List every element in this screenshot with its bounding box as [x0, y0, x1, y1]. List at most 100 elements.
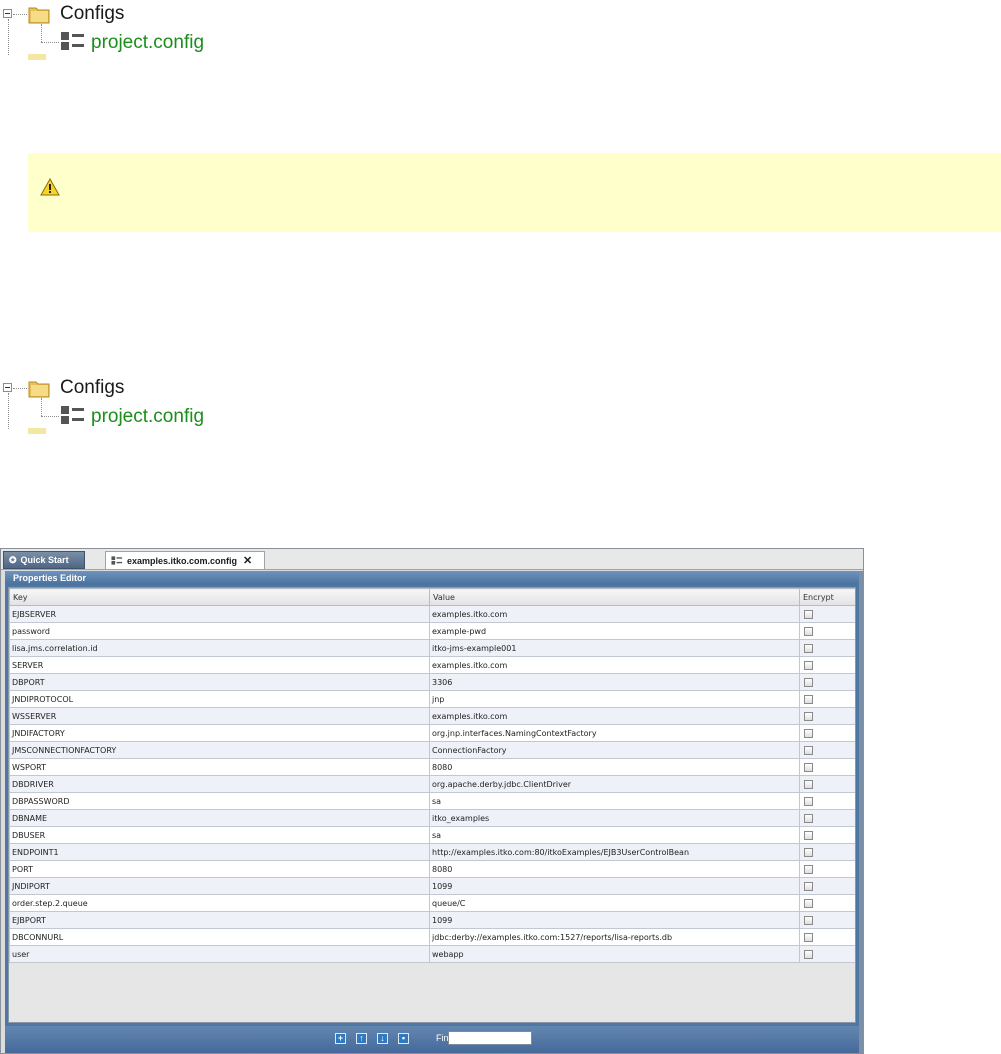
property-value-cell[interactable]: jnp	[429, 690, 800, 708]
table-row[interactable]: JNDIPORT 1099	[9, 877, 855, 895]
property-key-cell[interactable]: JMSCONNECTIONFACTORY	[9, 741, 430, 759]
property-key-cell[interactable]: EJBSERVER	[9, 605, 430, 623]
encrypt-checkbox[interactable]	[804, 728, 813, 738]
table-row[interactable]: DBPORT 3306	[9, 673, 855, 691]
table-row[interactable]: password example-pwd	[9, 622, 855, 640]
property-key-cell[interactable]: WSPORT	[9, 758, 430, 776]
encrypt-checkbox[interactable]	[804, 881, 813, 891]
table-row[interactable]: SERVER examples.itko.com	[9, 656, 855, 674]
column-header-key[interactable]: Key	[9, 588, 430, 606]
table-row[interactable]: PORT 8080	[9, 860, 855, 878]
encrypt-checkbox[interactable]	[804, 643, 813, 653]
encrypt-checkbox[interactable]	[804, 898, 813, 908]
property-value-cell[interactable]: examples.itko.com	[429, 656, 800, 674]
table-row[interactable]: JMSCONNECTIONFACTORY ConnectionFactory	[9, 741, 855, 759]
property-key-cell[interactable]: DBDRIVER	[9, 775, 430, 793]
property-value-cell[interactable]: 8080	[429, 860, 800, 878]
table-row[interactable]: DBPASSWORD sa	[9, 792, 855, 810]
encrypt-checkbox[interactable]	[804, 626, 813, 636]
column-header-value[interactable]: Value	[429, 588, 800, 606]
property-value-cell[interactable]: sa	[429, 826, 800, 844]
property-value-cell[interactable]: http://examples.itko.com:80/itkoExamples…	[429, 843, 800, 861]
property-key-cell[interactable]: lisa.jms.correlation.id	[9, 639, 430, 657]
property-key-cell[interactable]: order.step.2.queue	[9, 894, 430, 912]
property-key-cell[interactable]: WSSERVER	[9, 707, 430, 725]
property-key-cell[interactable]: password	[9, 622, 430, 640]
property-key-cell[interactable]: DBNAME	[9, 809, 430, 827]
encrypt-checkbox[interactable]	[804, 796, 813, 806]
encrypt-checkbox[interactable]	[804, 609, 813, 619]
move-up-button[interactable]: ↑	[356, 1033, 367, 1044]
property-key-cell[interactable]: user	[9, 945, 430, 963]
encrypt-checkbox[interactable]	[804, 762, 813, 772]
move-down-button[interactable]: ↓	[377, 1033, 388, 1044]
property-value-cell[interactable]: examples.itko.com	[429, 707, 800, 725]
tab-quick-start[interactable]: ✪ Quick Start	[3, 551, 85, 569]
table-row[interactable]: DBNAME itko_examples	[9, 809, 855, 827]
property-key-cell[interactable]: JNDIPROTOCOL	[9, 690, 430, 708]
table-row[interactable]: EJBPORT 1099	[9, 911, 855, 929]
file-label[interactable]: project.config	[91, 32, 204, 54]
property-key-cell[interactable]: EJBPORT	[9, 911, 430, 929]
property-value-cell[interactable]: 1099	[429, 911, 800, 929]
property-key-cell[interactable]: SERVER	[9, 656, 430, 674]
table-row[interactable]: ENDPOINT1 http://examples.itko.com:80/itk…	[9, 843, 855, 861]
property-value-cell[interactable]: webapp	[429, 945, 800, 963]
property-key-cell[interactable]: JNDIPORT	[9, 877, 430, 895]
folder-label[interactable]: Configs	[60, 377, 124, 399]
property-value-cell[interactable]: jdbc:derby://examples.itko.com:1527/repo…	[429, 928, 800, 946]
delete-row-button[interactable]: ▪	[398, 1033, 409, 1044]
encrypt-checkbox[interactable]	[804, 694, 813, 704]
property-value-cell[interactable]: 3306	[429, 673, 800, 691]
encrypt-checkbox[interactable]	[804, 864, 813, 874]
close-tab-icon[interactable]: ✕	[243, 554, 252, 567]
column-header-encrypt[interactable]: Encrypt	[799, 588, 855, 606]
table-row[interactable]: DBCONNURL jdbc:derby://examples.itko.com:…	[9, 928, 855, 946]
table-row[interactable]: order.step.2.queue queue/C	[9, 894, 855, 912]
table-row[interactable]: WSSERVER examples.itko.com	[9, 707, 855, 725]
table-row[interactable]: lisa.jms.correlation.id itko-jms-example0…	[9, 639, 855, 657]
add-row-button[interactable]: +	[335, 1033, 346, 1044]
property-key-cell[interactable]: DBUSER	[9, 826, 430, 844]
encrypt-checkbox[interactable]	[804, 949, 813, 959]
table-row[interactable]: WSPORT 8080	[9, 758, 855, 776]
property-key-cell[interactable]: DBCONNURL	[9, 928, 430, 946]
encrypt-checkbox[interactable]	[804, 711, 813, 721]
collapse-toggle[interactable]	[3, 383, 12, 392]
collapse-toggle[interactable]	[3, 9, 12, 18]
tab-config-file[interactable]: examples.itko.com.config ✕	[105, 551, 265, 569]
property-value-cell[interactable]: 1099	[429, 877, 800, 895]
property-value-cell[interactable]: 8080	[429, 758, 800, 776]
property-value-cell[interactable]: ConnectionFactory	[429, 741, 800, 759]
encrypt-checkbox[interactable]	[804, 813, 813, 823]
property-value-cell[interactable]: itko-jms-example001	[429, 639, 800, 657]
property-key-cell[interactable]: PORT	[9, 860, 430, 878]
property-value-cell[interactable]: queue/C	[429, 894, 800, 912]
table-row[interactable]: DBUSER sa	[9, 826, 855, 844]
encrypt-checkbox[interactable]	[804, 745, 813, 755]
table-row[interactable]: user webapp	[9, 945, 855, 963]
property-value-cell[interactable]: org.apache.derby.jdbc.ClientDriver	[429, 775, 800, 793]
table-row[interactable]: EJBSERVER examples.itko.com	[9, 605, 855, 623]
table-row[interactable]: DBDRIVER org.apache.derby.jdbc.ClientDriv…	[9, 775, 855, 793]
encrypt-checkbox[interactable]	[804, 830, 813, 840]
property-value-cell[interactable]: sa	[429, 792, 800, 810]
encrypt-checkbox[interactable]	[804, 660, 813, 670]
encrypt-checkbox[interactable]	[804, 847, 813, 857]
encrypt-checkbox[interactable]	[804, 779, 813, 789]
folder-label[interactable]: Configs	[60, 3, 124, 25]
encrypt-checkbox[interactable]	[804, 915, 813, 925]
property-key-cell[interactable]: DBPORT	[9, 673, 430, 691]
property-key-cell[interactable]: JNDIFACTORY	[9, 724, 430, 742]
property-value-cell[interactable]: example-pwd	[429, 622, 800, 640]
property-key-cell[interactable]: ENDPOINT1	[9, 843, 430, 861]
find-input[interactable]	[448, 1031, 532, 1045]
encrypt-checkbox[interactable]	[804, 677, 813, 687]
file-label[interactable]: project.config	[91, 406, 204, 428]
property-value-cell[interactable]: org.jnp.interfaces.NamingContextFactory	[429, 724, 800, 742]
table-row[interactable]: JNDIFACTORY org.jnp.interfaces.NamingCont…	[9, 724, 855, 742]
encrypt-checkbox[interactable]	[804, 932, 813, 942]
property-value-cell[interactable]: examples.itko.com	[429, 605, 800, 623]
table-row[interactable]: JNDIPROTOCOL jnp	[9, 690, 855, 708]
property-value-cell[interactable]: itko_examples	[429, 809, 800, 827]
